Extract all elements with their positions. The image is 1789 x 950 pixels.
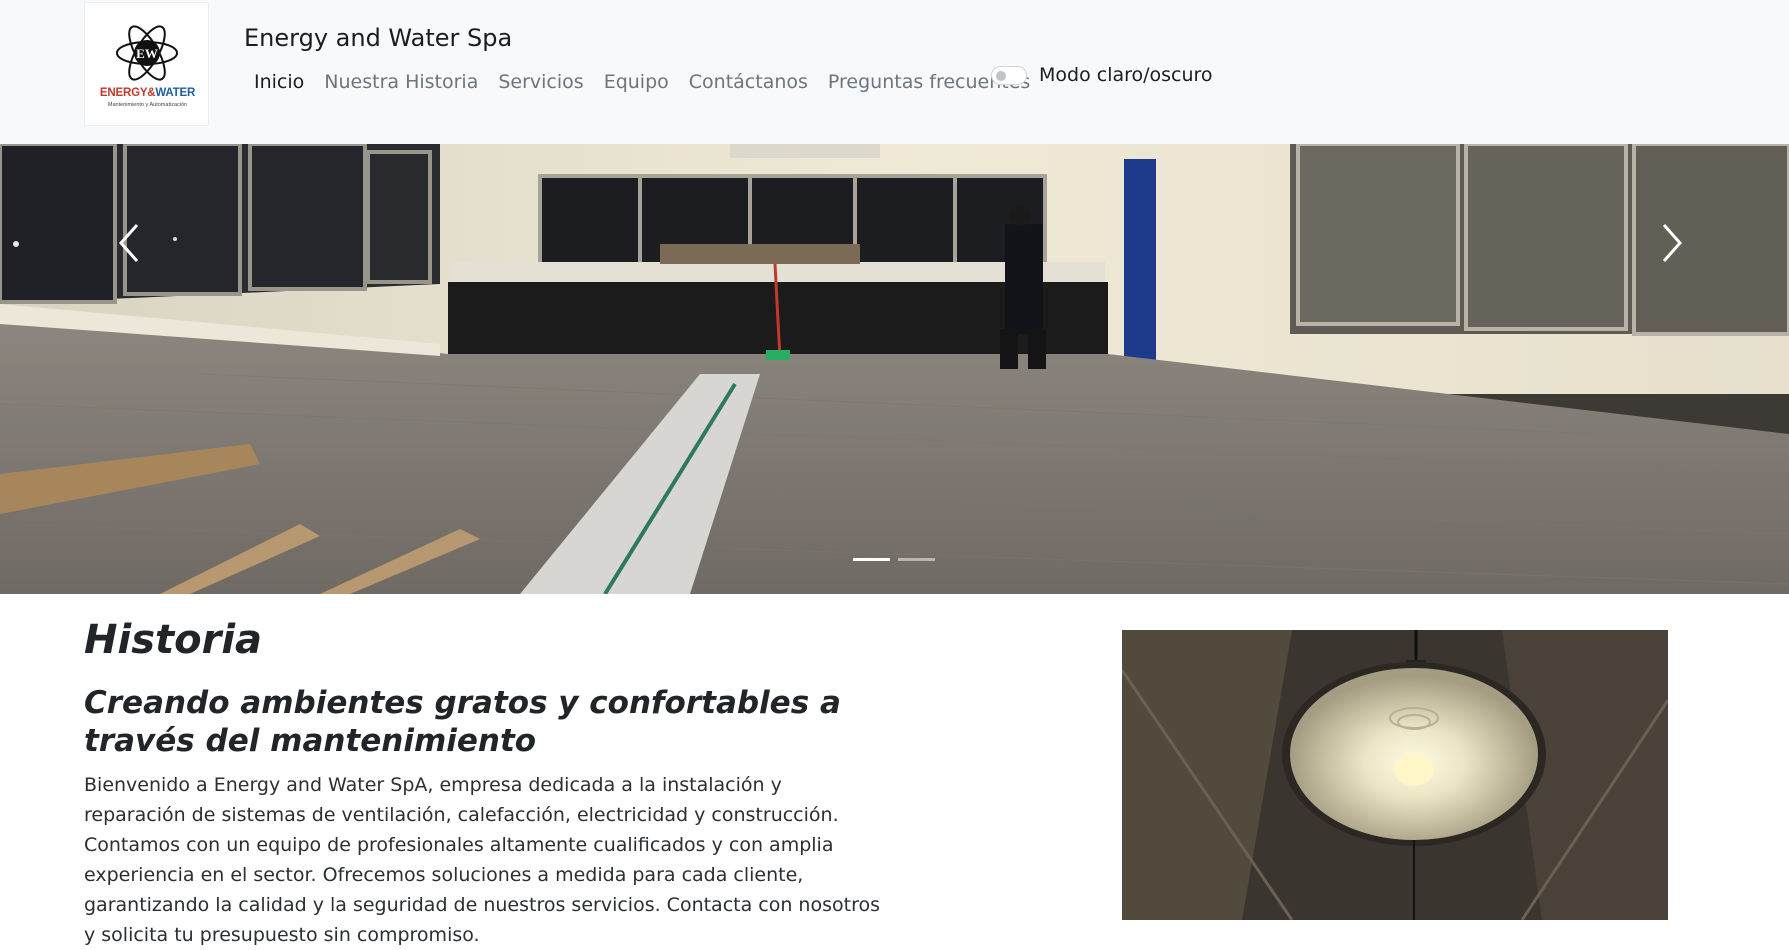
history-section: Historia Creando ambientes gratos y conf…: [84, 616, 884, 950]
chevron-left-icon: [118, 224, 139, 262]
lamp-photo: [1122, 630, 1668, 920]
history-body: Bienvenido a Energy and Water SpA, empre…: [84, 774, 880, 946]
nav-link-equipo[interactable]: Equipo: [594, 71, 679, 93]
carousel-indicator-1[interactable]: [853, 558, 890, 561]
switch-knob: [996, 70, 1006, 81]
carousel-indicator-2[interactable]: [898, 558, 935, 561]
carousel-indicators: [853, 558, 943, 561]
carousel-next-button[interactable]: [1559, 144, 1759, 594]
main-nav: Inicio Nuestra Historia Servicios Equipo…: [244, 71, 1040, 93]
brand-logo[interactable]: EW ENERGY&WATER Mantenimiento y Automati…: [84, 2, 209, 126]
svg-text:EW: EW: [136, 46, 158, 61]
theme-toggle-label[interactable]: Modo claro/oscuro: [1039, 64, 1213, 86]
hero-carousel: [0, 144, 1789, 594]
theme-toggle-switch[interactable]: [991, 65, 1027, 85]
history-subtitle: Creando ambientes gratos y confortables …: [84, 685, 841, 759]
carousel-prev-button[interactable]: [30, 144, 230, 594]
history-lamp-image: [1122, 630, 1668, 920]
logo-tagline: Mantenimiento y Automatización: [107, 102, 188, 108]
nav-link-nuestra-historia[interactable]: Nuestra Historia: [314, 71, 488, 93]
theme-toggle: Modo claro/oscuro: [991, 64, 1213, 86]
nav-link-inicio[interactable]: Inicio: [244, 71, 314, 93]
chevron-right-icon: [1662, 224, 1683, 262]
nav-link-contactanos[interactable]: Contáctanos: [679, 71, 818, 93]
navbar: EW ENERGY&WATER Mantenimiento y Automati…: [0, 0, 1789, 144]
history-title: Historia: [84, 617, 263, 663]
logo-wordmark: ENERGY&WATER: [99, 87, 196, 99]
nav-link-servicios[interactable]: Servicios: [488, 71, 593, 93]
carousel-slide-image: [0, 144, 1789, 594]
atom-logo-icon: EW: [116, 25, 178, 81]
brand-name[interactable]: Energy and Water Spa: [244, 24, 512, 52]
